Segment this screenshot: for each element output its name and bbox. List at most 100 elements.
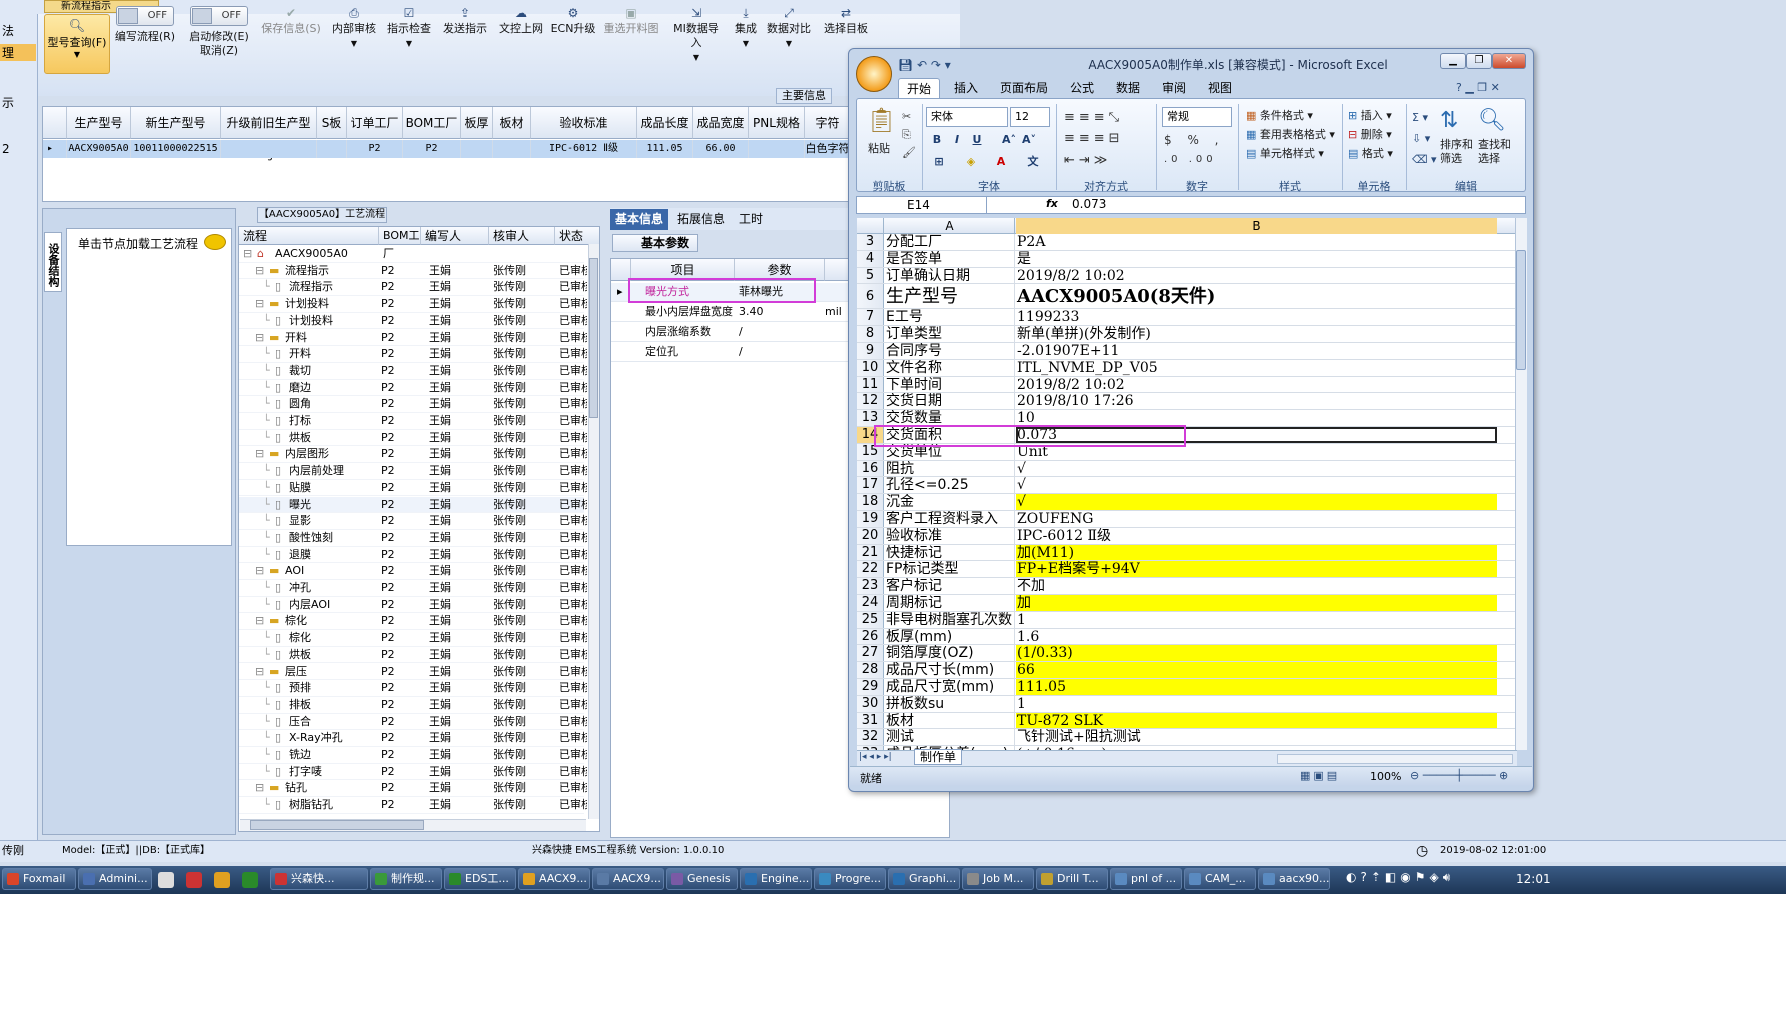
mi-import-button[interactable]: ⇲ MI数据导入 ▼	[668, 4, 724, 64]
sheet-row[interactable]: 4 是否签单是	[857, 250, 1517, 268]
tree-row[interactable]: └ ▯ 铣边 P2 王娟 张传刚 已审核	[239, 747, 587, 764]
column-header[interactable]: BOM工厂	[403, 107, 461, 139]
sheet-row[interactable]: 8 订单类型 新单(单拼)(外发制作)	[857, 326, 1517, 343]
tree-hscroll-thumb[interactable]	[250, 820, 424, 830]
cell-a[interactable]: 下单时间	[885, 376, 1015, 393]
grid-cell[interactable]	[221, 140, 317, 158]
grow-font-icon[interactable]: A˄	[1000, 131, 1018, 149]
sheet-row[interactable]: 31 板材 TU-872 SLK	[857, 712, 1517, 730]
tree-row[interactable]: ⊟ ▬ 流程指示 P2 王娟 张传刚 已审核	[239, 263, 587, 280]
tree-row[interactable]: └ ▯ 烘板 P2 王娟 张传刚 已审核	[239, 647, 587, 664]
cell-a[interactable]: 客户标记	[885, 578, 1015, 594]
cell-b[interactable]: 是	[1016, 251, 1497, 267]
cell-b[interactable]: FP+E档案号+94V	[1016, 561, 1497, 578]
row-number[interactable]: 27	[857, 645, 884, 662]
column-header[interactable]: 验收标准	[531, 107, 637, 139]
row-number[interactable]: 20	[857, 527, 884, 544]
table-format-button[interactable]: ▦ 套用表格格式 ▾	[1246, 126, 1335, 142]
integrate-button[interactable]: ⤓ 集成 ▼	[730, 4, 762, 64]
chat-bubble-icon[interactable]	[204, 234, 226, 250]
help-icon[interactable]: ? ▁ ❐ ✕	[1448, 78, 1508, 98]
sheet-row[interactable]: 3 分配工厂 P2A	[857, 234, 1517, 251]
sheet-vscroll-thumb[interactable]	[1516, 250, 1526, 370]
tab-view[interactable]: 视图	[1200, 78, 1240, 98]
zoom-level[interactable]: 100%	[1370, 770, 1401, 783]
param-value[interactable]: /	[735, 343, 743, 361]
subtab-basic-params[interactable]: 基本参数	[612, 234, 698, 252]
cell-b[interactable]: 1	[1016, 612, 1497, 628]
taskbar-clock[interactable]: 12:01	[1516, 872, 1551, 886]
column-header[interactable]: 升级前旧生产型号	[221, 107, 317, 162]
column-header[interactable]: 板材	[493, 107, 531, 139]
tree-row[interactable]: └ ▯ 棕化 P2 王娟 张传刚 已审核	[239, 630, 587, 647]
param-value[interactable]: 3.40	[735, 303, 764, 321]
sheet-row[interactable]: 11 下单时间 2019/8/2 10:02	[857, 376, 1517, 394]
tree-row[interactable]: └ ▯ 开料 P2 王娟 张传刚 已审核	[239, 346, 587, 363]
tree-row[interactable]: └ ▯ 流程指示 P2 王娟 张传刚 已审核	[239, 279, 587, 297]
instruction-check-button[interactable]: ☑ 指示检查 ▼	[384, 4, 434, 64]
tree-row[interactable]: └ ▯ 打字唛 P2 王娟 张传刚 已审核	[239, 764, 587, 781]
expand-icon[interactable]: ⊟	[255, 664, 264, 680]
tree-row[interactable]: └ ▯ 内层AOI P2 王娟 张传刚 已审核	[239, 597, 587, 614]
taskbar-item[interactable]: 制作规...	[370, 868, 442, 890]
tab-home[interactable]: 开始	[898, 78, 941, 98]
cell-b[interactable]: √	[1016, 477, 1497, 493]
cell-b[interactable]: 1.6	[1016, 629, 1497, 645]
model-search-button[interactable]: 🔍︎ 型号查询(F) ▼	[44, 14, 110, 74]
toggle-switch[interactable]: OFF	[190, 6, 248, 26]
sheet-row[interactable]: 27 铜箔厚度(OZ) (1/0.33)	[857, 645, 1517, 663]
cell-a[interactable]: 合同序号	[885, 343, 1015, 359]
row-number[interactable]: 19	[857, 511, 884, 527]
column-header[interactable]: 订单工厂	[347, 107, 403, 139]
find-select-label[interactable]: 查找和 选择	[1478, 138, 1511, 166]
maximize-button[interactable]: ❐	[1466, 53, 1492, 69]
tab-extended-info[interactable]: 拓展信息	[672, 209, 730, 230]
row-number[interactable]: 22	[857, 561, 884, 578]
paste-label[interactable]: 粘贴	[868, 140, 890, 156]
row-number[interactable]: 12	[857, 393, 884, 410]
tree-row[interactable]: └ ▯ 磨边 P2 王娟 张传刚 已审核	[239, 380, 587, 397]
sum-fill-clear-icons[interactable]: Σ ▾ ⇩ ▾ ⌫ ▾	[1412, 107, 1437, 170]
grid-cell[interactable]	[493, 140, 531, 158]
grid-cell[interactable]: 66.00	[693, 140, 749, 158]
column-header[interactable]: 编写人	[421, 227, 489, 245]
cell-b[interactable]: ITL_NVME_DP_V05	[1016, 360, 1497, 376]
cell-b[interactable]: √	[1016, 494, 1497, 510]
sheet-row[interactable]: 25 非导电树脂塞孔次数 1	[857, 611, 1517, 629]
cell-a[interactable]: 订单确认日期	[885, 267, 1015, 284]
save-info-button[interactable]: ✔ 保存信息(S)	[258, 4, 324, 64]
tree-row[interactable]: └ ▯ 裁切 P2 王娟 张传刚 已审核	[239, 363, 587, 380]
taskbar-item[interactable]: Engine...	[740, 868, 812, 890]
cell-b[interactable]: 1	[1016, 696, 1497, 712]
cell-a[interactable]: 交货数量	[885, 410, 1015, 426]
start-edit-toggle[interactable]: OFF 启动修改(E) 取消(Z)	[186, 4, 252, 64]
tree-row[interactable]: └ ▯ 贴膜 P2 王娟 张传刚 已审核	[239, 480, 587, 497]
tree-row[interactable]: ⊟ ▬ 开料 P2 王娟 张传刚 已审核	[239, 330, 587, 347]
cell-a[interactable]: 板材	[885, 712, 1015, 729]
cell-a[interactable]: FP标记类型	[885, 561, 1015, 578]
column-header[interactable]: 成品宽度	[693, 107, 749, 139]
number-format-box[interactable]: 常规	[1162, 107, 1232, 127]
internal-review-button[interactable]: ⎙ 内部审核 ▼	[330, 4, 378, 64]
expand-icon[interactable]: ⊟	[255, 296, 264, 312]
column-header-b[interactable]: B	[1016, 218, 1497, 234]
cut-copy-icons[interactable]: ✂ ⎘ 🖌︎	[902, 108, 916, 162]
row-number[interactable]: 13	[857, 410, 884, 426]
sheet-row[interactable]: 9 合同序号 -2.01907E+11	[857, 343, 1517, 360]
cell-a[interactable]: 成品尺寸宽(mm)	[885, 679, 1015, 695]
tree-row[interactable]: ⊟ ▬ 钻孔 P2 王娟 张传刚 已审核	[239, 780, 587, 798]
cell-b[interactable]: AACX9005A0(8天件)	[1016, 284, 1497, 308]
tree-row[interactable]: └ ▯ 圆角 P2 王娟 张传刚 已审核	[239, 396, 587, 413]
zoom-slider[interactable]: ⊖ ─────┼───── ⊕	[1410, 769, 1508, 782]
column-header[interactable]: 板厚	[461, 107, 493, 139]
send-instruction-button[interactable]: ⇪ 发送指示	[440, 4, 490, 64]
cell-a[interactable]: 阻抗	[885, 460, 1015, 477]
cancel-label[interactable]: 取消(Z)	[200, 44, 238, 57]
tab-page-layout[interactable]: 页面布局	[992, 78, 1056, 98]
taskbar-item[interactable]: EDS工...	[444, 868, 516, 890]
param-value[interactable]: /	[735, 323, 743, 341]
taskbar-item[interactable]: Admini...	[78, 868, 152, 890]
sheet-hscrollbar[interactable]	[1277, 754, 1513, 764]
column-header[interactable]: 状态	[555, 227, 599, 245]
sheet-row[interactable]: 6 生产型号 AACX9005A0(8天件)	[857, 284, 1517, 310]
